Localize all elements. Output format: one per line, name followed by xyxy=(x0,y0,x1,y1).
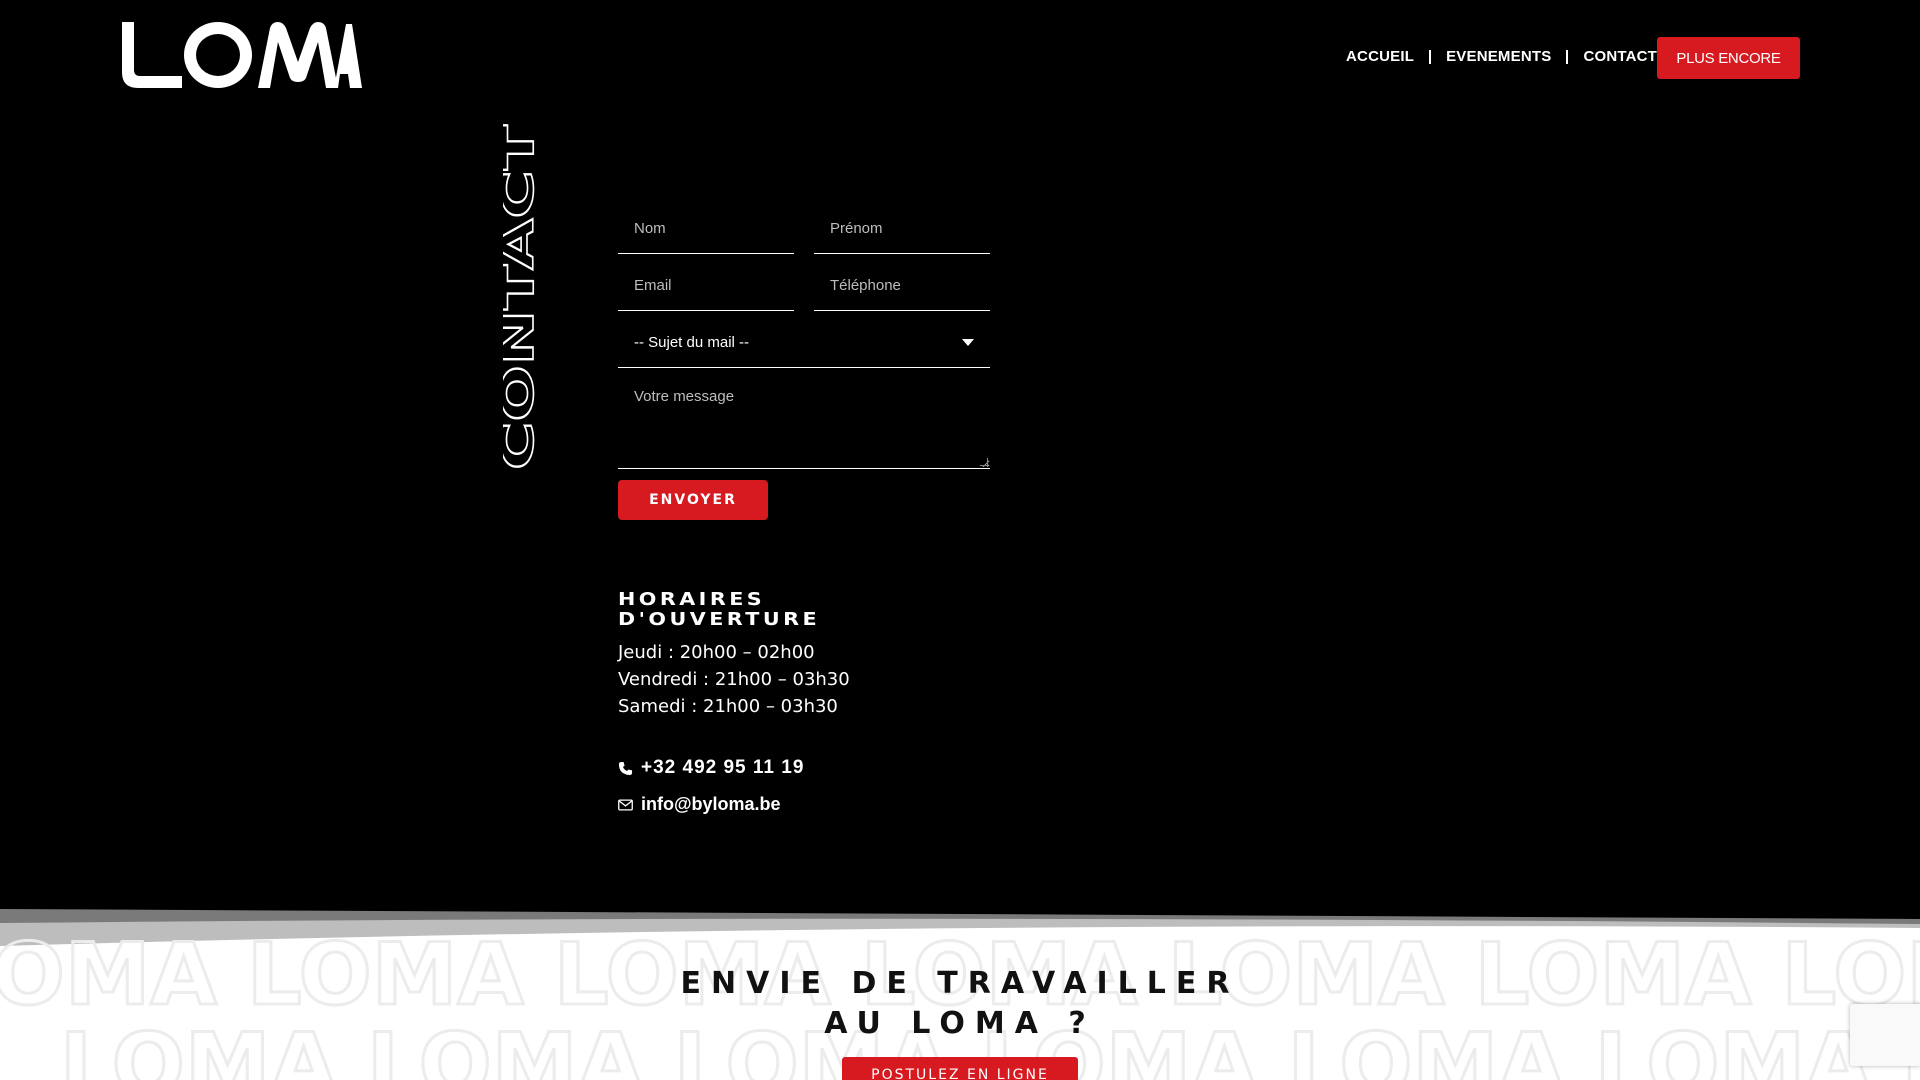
recaptcha-badge[interactable] xyxy=(1850,1004,1920,1066)
email-address: info@byloma.be xyxy=(641,794,781,814)
prenom-input[interactable] xyxy=(814,203,990,253)
phone-number: +32 492 95 11 19 xyxy=(641,757,805,778)
caret-down-icon xyxy=(962,338,974,346)
phone-icon xyxy=(618,761,633,775)
email-link[interactable]: info@byloma.be xyxy=(618,794,781,815)
subject-selected-value: -- Sujet du mail -- xyxy=(634,333,750,351)
telephone-input[interactable] xyxy=(814,260,990,310)
jobs-title-line1: ENVIE DE TRAVAILLER xyxy=(680,966,1240,1001)
main-nav: ACCUEIL EVENEMENTS CONTACT xyxy=(1346,48,1657,65)
hours-line-jeudi: Jeudi : 20h00 – 02h00 xyxy=(618,642,815,663)
resize-grip-icon[interactable] xyxy=(980,458,988,466)
nav-evenements[interactable]: EVENEMENTS xyxy=(1446,48,1551,65)
email-input[interactable] xyxy=(618,260,794,310)
hours-line-vendredi: Vendredi : 21h00 – 03h30 xyxy=(618,669,850,690)
hours-title-line2: D'OUVERTURE xyxy=(618,609,821,630)
nav-contact[interactable]: CONTACT xyxy=(1583,48,1657,65)
contact-vertical-text: CONTACT xyxy=(503,125,539,470)
nom-input[interactable] xyxy=(618,203,794,253)
plus-encore-button[interactable]: PLUS ENCORE xyxy=(1657,37,1800,79)
message-textarea[interactable] xyxy=(618,373,990,468)
nom-field-wrapper xyxy=(618,203,794,254)
postulez-button[interactable]: POSTULEZ EN LIGNE xyxy=(842,1057,1078,1080)
nav-separator xyxy=(1429,49,1432,64)
email-field-wrapper xyxy=(618,260,794,311)
loma-logo[interactable] xyxy=(120,22,362,88)
hours-title-line1: HORAIRES xyxy=(618,589,766,610)
hours-title: HORAIRES D'OUVERTURE xyxy=(618,590,820,630)
telephone-field-wrapper xyxy=(814,260,990,311)
jobs-title-line2: AU LOMA ? xyxy=(824,1006,1096,1041)
hours-line-samedi: Samedi : 21h00 – 03h30 xyxy=(618,696,838,717)
phone-link[interactable]: +32 492 95 11 19 xyxy=(618,757,804,779)
subject-select[interactable]: -- Sujet du mail -- xyxy=(618,317,990,368)
prenom-field-wrapper xyxy=(814,203,990,254)
envoyer-button[interactable]: ENVOYER xyxy=(618,480,768,520)
envelope-icon xyxy=(618,798,633,811)
jobs-title: ENVIE DE TRAVAILLER AU LOMA ? xyxy=(0,964,1920,1044)
nav-accueil[interactable]: ACCUEIL xyxy=(1346,48,1414,65)
contact-vertical-title: CONTACT xyxy=(503,124,539,470)
nav-separator xyxy=(1566,49,1569,64)
message-field-wrapper xyxy=(618,373,990,469)
